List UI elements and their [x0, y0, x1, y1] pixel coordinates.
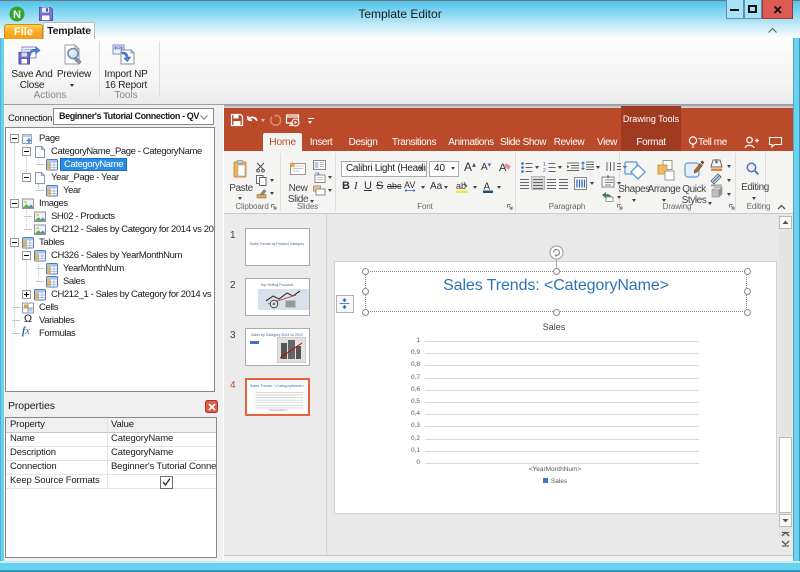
svg-text:2: 2	[543, 168, 546, 174]
svg-text:<YearMonthNum>: <YearMonthNum>	[268, 409, 289, 412]
svg-text:Sales Trends by Product Catego: Sales Trends by Product Category	[250, 242, 305, 246]
svg-text:Sales Trends: <CategoryName>: Sales Trends: <CategoryName>	[250, 384, 305, 388]
svg-text:Top Selling Products: Top Selling Products	[261, 283, 294, 287]
svg-text:N: N	[13, 9, 21, 21]
svg-text:AV: AV	[404, 180, 415, 190]
